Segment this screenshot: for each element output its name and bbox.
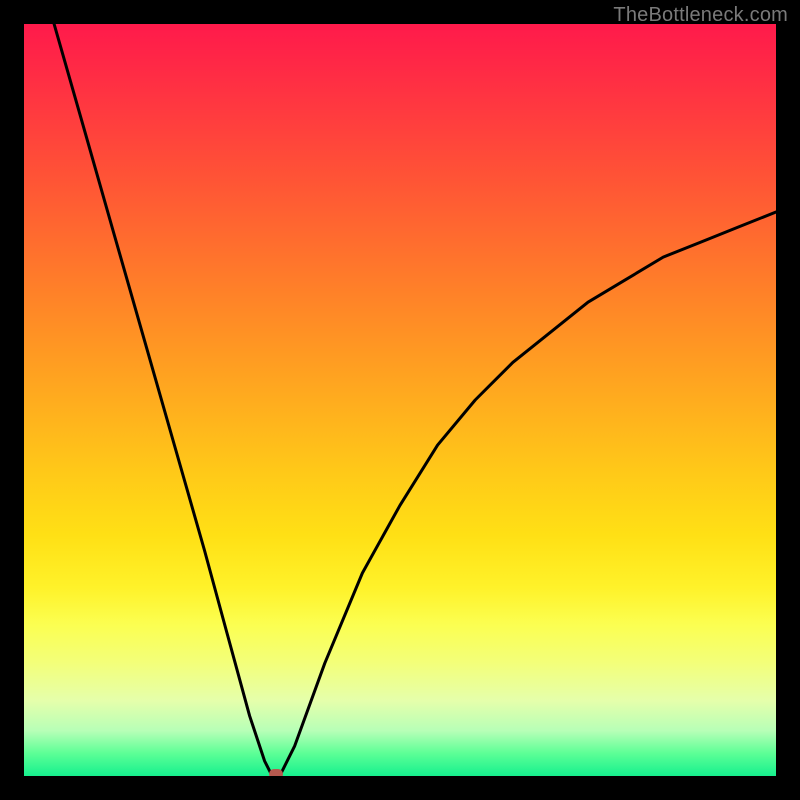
chart-frame: TheBottleneck.com [0, 0, 800, 800]
watermark-text: TheBottleneck.com [613, 4, 788, 27]
curve-path [54, 24, 776, 776]
bottleneck-curve [24, 24, 776, 776]
plot-area [24, 24, 776, 776]
optimal-marker [269, 769, 283, 776]
